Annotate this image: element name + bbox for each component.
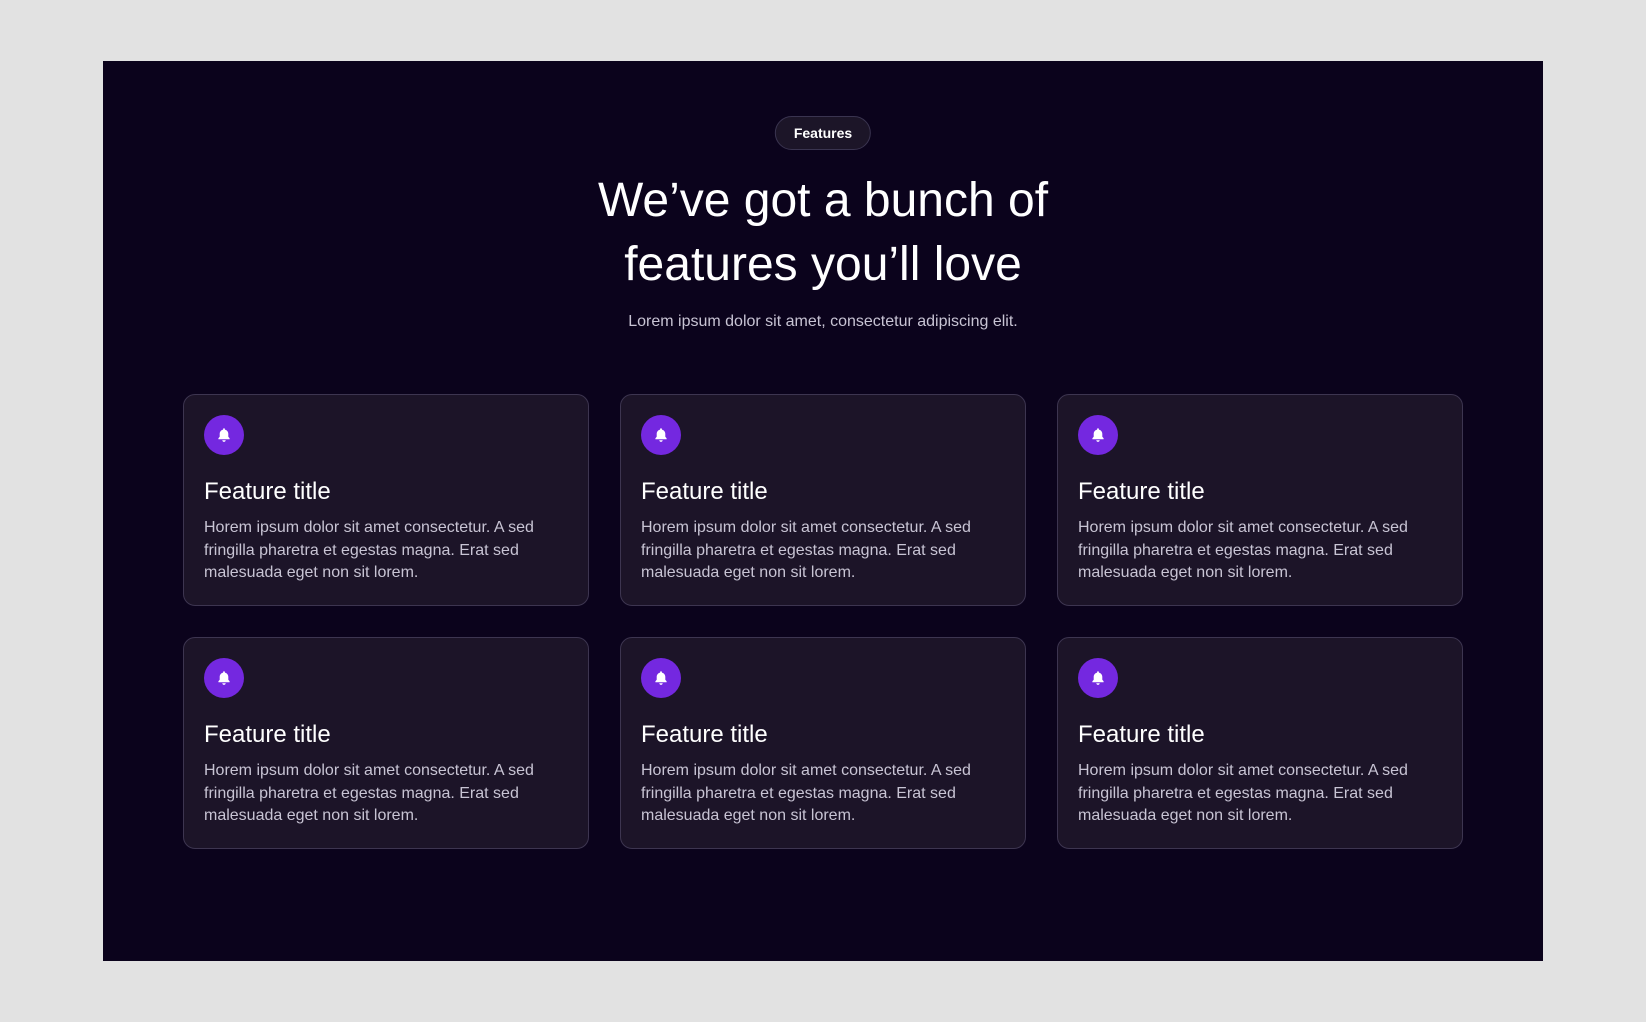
feature-card: Feature title Horem ipsum dolor sit amet… xyxy=(620,394,1026,606)
section-title: We’ve got a bunch of features you’ll lov… xyxy=(597,174,1049,291)
feature-title: Feature title xyxy=(204,478,331,505)
feature-description: Horem ipsum dolor sit amet consectetur. … xyxy=(1078,762,1408,824)
feature-card: Feature title Horem ipsum dolor sit amet… xyxy=(183,394,589,606)
bell-icon xyxy=(1078,415,1118,455)
feature-card: Feature title Horem ipsum dolor sit amet… xyxy=(1057,637,1463,849)
section-subtitle: Lorem ipsum dolor sit amet, consectetur … xyxy=(628,313,1018,330)
feature-card: Feature title Horem ipsum dolor sit amet… xyxy=(620,637,1026,849)
feature-title: Feature title xyxy=(641,721,768,748)
feature-description: Horem ipsum dolor sit amet consectetur. … xyxy=(204,519,534,581)
features-section: Features We’ve got a bunch of features y… xyxy=(103,61,1543,961)
feature-title: Feature title xyxy=(1078,478,1205,505)
bell-icon xyxy=(641,658,681,698)
bell-icon xyxy=(641,415,681,455)
feature-description: Horem ipsum dolor sit amet consectetur. … xyxy=(641,762,971,824)
feature-description: Horem ipsum dolor sit amet consectetur. … xyxy=(204,762,534,824)
feature-card: Feature title Horem ipsum dolor sit amet… xyxy=(183,637,589,849)
bell-icon xyxy=(204,658,244,698)
feature-title: Feature title xyxy=(641,478,768,505)
feature-description: Horem ipsum dolor sit amet consectetur. … xyxy=(641,519,971,581)
feature-description: Horem ipsum dolor sit amet consectetur. … xyxy=(1078,519,1408,581)
feature-title: Feature title xyxy=(1078,721,1205,748)
features-grid: Feature title Horem ipsum dolor sit amet… xyxy=(183,394,1463,849)
feature-title: Feature title xyxy=(204,721,331,748)
feature-card: Feature title Horem ipsum dolor sit amet… xyxy=(1057,394,1463,606)
bell-icon xyxy=(1078,658,1118,698)
features-badge: Features xyxy=(774,116,872,150)
bell-icon xyxy=(204,415,244,455)
